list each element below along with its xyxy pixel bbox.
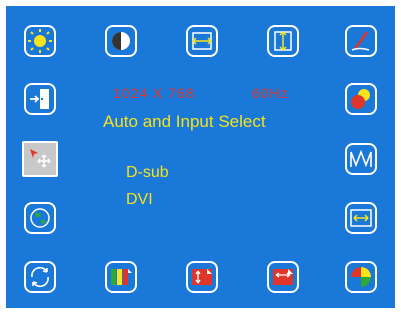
contrast-icon[interactable]	[105, 25, 137, 57]
v-position-icon[interactable]	[267, 25, 299, 57]
h-size-icon[interactable]	[345, 202, 377, 234]
h-position-icon[interactable]	[186, 25, 218, 57]
brightness-icon[interactable]	[24, 25, 56, 57]
osd-h-position-icon[interactable]	[267, 261, 299, 293]
osd-v-position-icon[interactable]	[186, 261, 218, 293]
exit-icon[interactable]	[24, 83, 56, 115]
menu-title: Auto and Input Select	[103, 112, 266, 131]
pen-icon[interactable]	[345, 25, 377, 57]
language-icon[interactable]	[24, 202, 56, 234]
sharpness-icon[interactable]	[345, 143, 377, 175]
color-bars-icon[interactable]	[105, 261, 137, 293]
option-dsub[interactable]: D-sub	[126, 164, 169, 182]
color-icon[interactable]	[345, 83, 377, 115]
auto-input-select-icon[interactable]	[22, 141, 58, 177]
option-dvi[interactable]: DVI	[126, 191, 153, 209]
reset-icon[interactable]	[24, 261, 56, 293]
osd-menu-panel: 1024 X 768 60Hz Auto and Input Select D-…	[6, 6, 395, 308]
osd-color-icon[interactable]	[345, 261, 377, 293]
resolution-readout: 1024 X 768	[113, 85, 195, 101]
refresh-rate-readout: 60Hz	[252, 85, 289, 101]
